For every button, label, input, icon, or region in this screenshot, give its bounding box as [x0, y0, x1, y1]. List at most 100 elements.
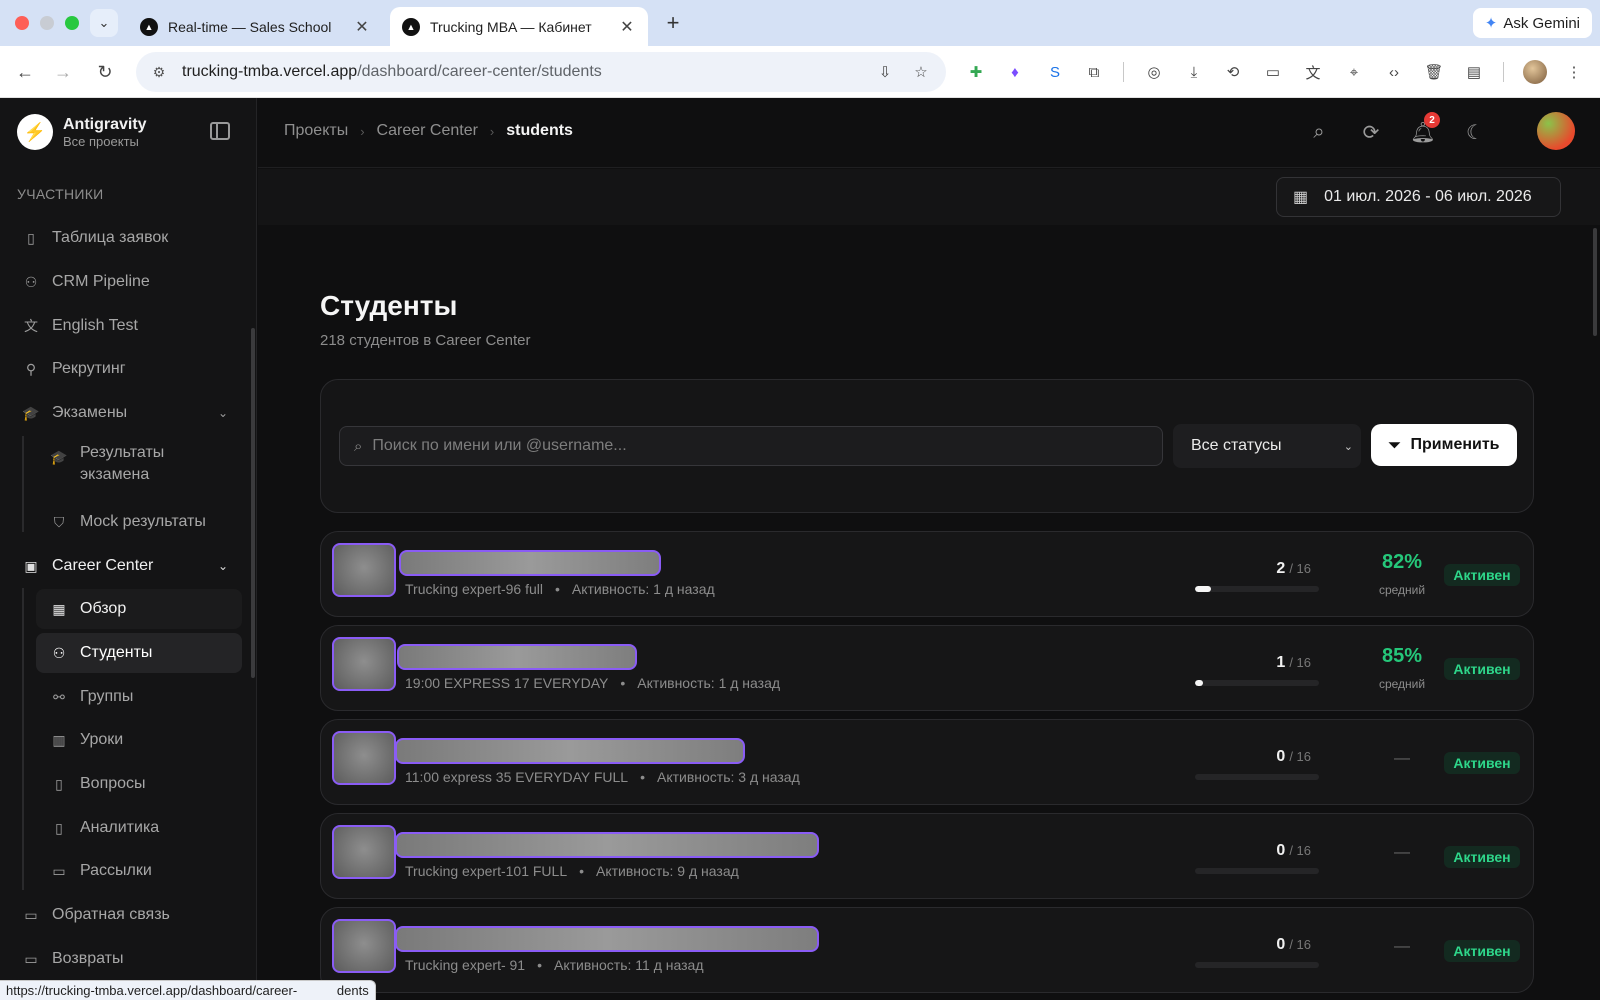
user-plus-icon: ⚲ [25, 360, 37, 377]
sidebar-item-crm-pipeline[interactable]: ⚇ CRM Pipeline [22, 262, 242, 302]
tab-title: Real-time — Sales School [168, 18, 332, 35]
sidebar-item-applications[interactable]: ▯ Таблица заявок [22, 218, 242, 258]
trash-icon[interactable]: 🗑 [1423, 61, 1445, 83]
refresh-icon[interactable]: ⟳ [1357, 118, 1385, 146]
screenshot-icon[interactable]: ◎ [1143, 61, 1165, 83]
student-name-redacted [397, 644, 637, 670]
toolbar-divider [1503, 62, 1504, 82]
extension-plus-icon[interactable]: ✚ [965, 61, 987, 83]
chevron-down-icon: ⌄ [1343, 440, 1353, 453]
status-badge: Активен [1444, 846, 1520, 868]
status-filter-value: Все статусы [1191, 437, 1282, 454]
window-close-button[interactable] [15, 16, 29, 30]
dashboard-icon: ▦ [52, 600, 66, 617]
avatar[interactable] [1537, 112, 1575, 150]
history-icon[interactable]: ⟲ [1222, 61, 1244, 83]
sidebar-item-feedback[interactable]: ▭ Обратная связь [22, 895, 242, 935]
location-pin-icon[interactable]: ⌖ [1343, 61, 1365, 83]
window-maximize-button[interactable] [65, 16, 79, 30]
browser-tab-sales-school[interactable]: ▲ Real-time — Sales School ✕ [128, 7, 383, 46]
message-icon: ▭ [24, 950, 38, 967]
vercel-favicon-icon: ▲ [402, 17, 420, 36]
lessons-done: 1 [1276, 654, 1286, 671]
translate-icon[interactable]: 文 [1302, 61, 1324, 83]
sidebar-item-recruiting[interactable]: ⚲ Рекрутинг [22, 349, 242, 389]
brand-subtitle: Все проекты [63, 133, 139, 149]
download-icon[interactable]: ⤓ [1183, 61, 1205, 83]
tab-close-icon[interactable]: ✕ [353, 17, 371, 37]
forward-button[interactable]: → [50, 59, 76, 85]
sidebar-item-analytics[interactable]: ▯ Аналитика [36, 808, 242, 848]
student-row[interactable]: Trucking expert-101 FULL • Активность: 9 д… [320, 813, 1534, 899]
sidebar-item-career-center[interactable]: ▣ Career Center ⌄ [10, 546, 242, 586]
student-row[interactable]: Trucking expert-96 full • Активность: 1 д … [320, 531, 1534, 617]
project-switcher[interactable]: ⚡ Antigravity Все проекты [17, 114, 147, 150]
reload-button[interactable]: ↻ [92, 59, 118, 85]
breadcrumb-projects[interactable]: Проекты [284, 122, 348, 140]
back-button[interactable]: ← [12, 59, 38, 85]
moon-icon[interactable]: ☾ [1461, 118, 1489, 146]
sidebar-item-students[interactable]: ⚇ Студенты [36, 633, 242, 673]
more-menu-icon[interactable]: ⋮ [1563, 61, 1585, 83]
avatar [332, 543, 396, 597]
status-filter-select[interactable]: Все статусы ⌄ [1173, 424, 1361, 468]
search-box[interactable]: ⌕ [339, 426, 1163, 466]
sidebar-item-english-test[interactable]: 文 English Test [22, 306, 242, 346]
code-icon[interactable]: ‹› [1383, 61, 1405, 83]
sidebar-item-exam-results[interactable]: 🎓 Результаты экзамена [50, 438, 240, 490]
extension-s-icon[interactable]: S [1044, 61, 1066, 83]
browser-tab-trucking-mba[interactable]: ▲ Trucking MBA — Кабинет ✕ [390, 7, 648, 46]
lessons-done: 0 [1276, 842, 1286, 859]
tree-line [22, 588, 24, 890]
chevron-down-icon: ⌄ [98, 15, 110, 30]
tab-search-button[interactable]: ⌄ [90, 9, 118, 37]
extension-flame-icon[interactable]: ♦ [1004, 61, 1026, 83]
install-app-icon[interactable]: ⇩ [874, 61, 896, 83]
side-panel-icon[interactable]: ▤ [1463, 61, 1485, 83]
window-minimize-button[interactable] [40, 16, 54, 30]
sidebar-item-overview[interactable]: ▦ Обзор [36, 589, 242, 629]
devices-icon[interactable]: ▭ [1262, 61, 1284, 83]
ask-gemini-button[interactable]: ✦ Ask Gemini [1472, 8, 1592, 38]
avatar [332, 637, 396, 691]
new-tab-button[interactable]: + [660, 10, 686, 36]
site-settings-icon[interactable]: ⚙ [150, 63, 168, 81]
toolbar-divider [1123, 62, 1124, 82]
main-scrollbar[interactable] [1593, 228, 1597, 336]
status-badge: Активен [1444, 658, 1520, 680]
date-range-picker[interactable]: ▦ 01 июл. 2026 - 06 июл. 2026 [1276, 177, 1561, 217]
tab-title: Trucking MBA — Кабинет [430, 18, 592, 35]
search-icon[interactable]: ⌕ [1305, 118, 1333, 146]
address-bar[interactable]: ⚙ trucking-tmba.vercel.app/dashboard/car… [136, 52, 946, 92]
sidebar-item-mailings[interactable]: ▭ Рассылки [36, 851, 242, 891]
sidebar-item-refunds[interactable]: ▭ Возвраты [22, 939, 242, 979]
sidebar-item-lessons[interactable]: ▥ Уроки [36, 720, 242, 760]
avatar [332, 825, 396, 879]
chevron-right-icon: › [489, 123, 495, 139]
sidebar-item-label: Результаты экзамена [80, 444, 165, 483]
tab-close-icon[interactable]: ✕ [618, 17, 636, 37]
breadcrumb-career-center[interactable]: Career Center [377, 122, 478, 140]
calendar-icon: ▦ [1293, 189, 1309, 206]
apply-filter-button[interactable]: ⏷ Применить [1371, 424, 1517, 466]
search-icon: ⌕ [354, 437, 363, 455]
student-row[interactable]: 19:00 EXPRESS 17 EVERYDAY • Активность: 1 … [320, 625, 1534, 711]
address-url[interactable]: trucking-tmba.vercel.app/dashboard/caree… [182, 63, 874, 81]
sidebar-item-groups[interactable]: ⚯ Группы [36, 677, 242, 717]
student-row[interactable]: Trucking expert- 91 • Активность: 11 д наз… [320, 907, 1534, 993]
browser-profile-avatar[interactable] [1523, 60, 1547, 84]
student-meta: 19:00 EXPRESS 17 EVERYDAY • Активность: 1 … [405, 675, 781, 691]
student-group: 11:00 express 35 EVERYDAY FULL [405, 769, 629, 785]
bookmark-star-icon[interactable]: ☆ [910, 61, 932, 83]
message-icon: ▭ [24, 906, 38, 923]
sidebar-toggle-icon[interactable] [210, 122, 230, 140]
extensions-puzzle-icon[interactable]: ⧉ [1083, 61, 1105, 83]
sidebar-item-mock-results[interactable]: ⛉ Mock результаты [50, 502, 240, 542]
sidebar-scrollbar[interactable] [251, 328, 255, 678]
sidebar-item-questions[interactable]: ▯ Вопросы [36, 764, 242, 804]
sidebar-item-exams[interactable]: 🎓 Экзамены ⌄ [22, 393, 242, 433]
chart-file-icon: ▯ [55, 819, 63, 836]
student-row[interactable]: 11:00 express 35 EVERYDAY FULL • Активност… [320, 719, 1534, 805]
lessons-total: / 16 [1289, 655, 1311, 670]
search-input[interactable] [372, 437, 1153, 455]
